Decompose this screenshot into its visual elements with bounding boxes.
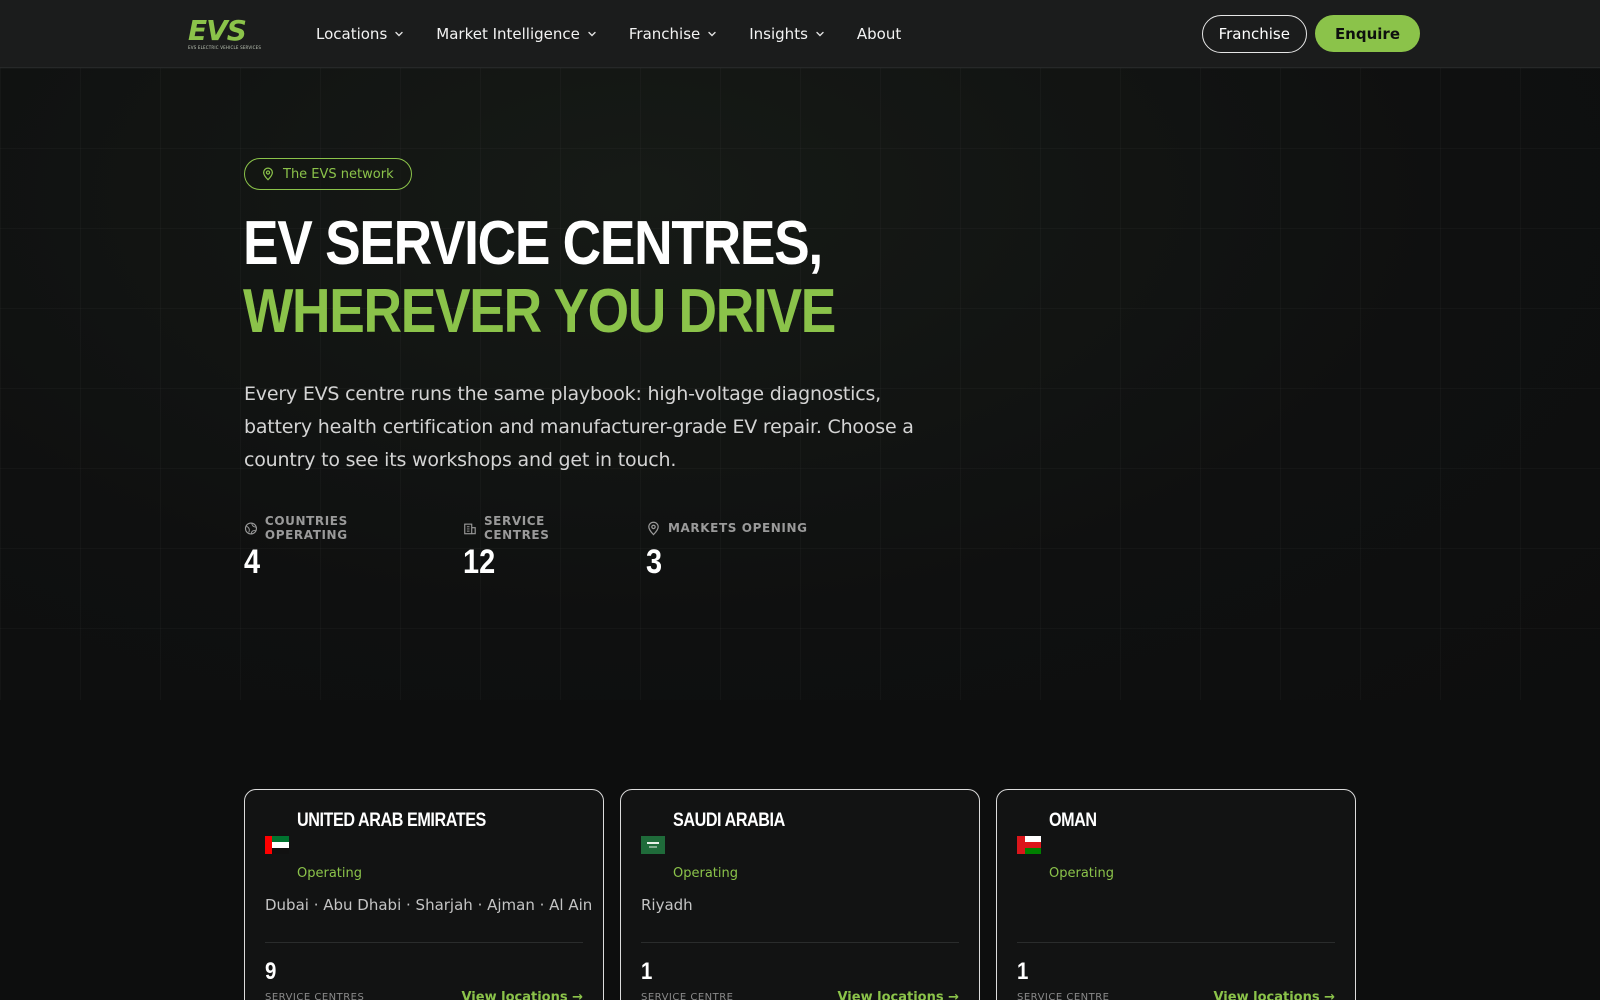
centre-count-label: Service centres <box>265 992 365 1000</box>
nav-item-label: Franchise <box>628 25 701 43</box>
evs-logo[interactable]: EVS EVS ELECTRIC VEHICLE SERVICES <box>188 14 264 51</box>
page: EVS EVS ELECTRIC VEHICLE SERVICES Locati… <box>0 0 1600 1000</box>
chevron-down-icon <box>395 31 403 37</box>
stat-label: Countries operating <box>264 514 348 542</box>
page-title: EV service centres, wherever you drive <box>243 210 1017 346</box>
nav-item-label: Locations <box>316 25 388 43</box>
stats-row: Countries operating 4 Service centres 12… <box>244 514 848 582</box>
map-pin-icon <box>263 167 273 181</box>
status-badge: Operating <box>297 866 362 881</box>
nav-item-insights[interactable]: Insights <box>749 25 825 43</box>
stat-service-centres: Service centres 12 <box>463 514 606 582</box>
stat-value: 12 <box>463 543 496 581</box>
status-badge: Operating <box>1049 866 1114 881</box>
chevron-down-icon <box>588 31 596 37</box>
country-name: Oman <box>1049 810 1097 831</box>
title-main: EV service centres, <box>243 209 823 278</box>
centre-count: 1 <box>641 958 653 985</box>
stat-value: 4 <box>244 543 261 581</box>
status-badge: Operating <box>673 866 738 881</box>
centre-count-label: Service centre <box>1017 992 1110 1000</box>
city-list: Riyadh <box>641 896 693 914</box>
nav-item-franchise[interactable]: Franchise <box>629 25 717 43</box>
country-name: Saudi Arabia <box>673 810 785 831</box>
country-card-oman[interactable]: Oman Operating 1 Service centre View loc… <box>996 789 1356 1000</box>
building-icon <box>464 523 476 534</box>
hero-subtitle: Every EVS centre runs the same playbook:… <box>244 383 914 471</box>
country-card-uae[interactable]: United Arab Emirates Operating Dubai · A… <box>244 789 604 1000</box>
nav-item-label: Insights <box>749 25 808 43</box>
chevron-down-icon <box>816 31 824 37</box>
city-list: Dubai · Abu Dhabi · Sharjah · Ajman · Al… <box>265 896 593 914</box>
card-divider <box>265 942 583 943</box>
enquire-button[interactable]: Enquire <box>1314 15 1420 52</box>
nav-item-label: Market Intelligence <box>436 25 580 43</box>
view-locations-link[interactable]: View locations → <box>837 990 959 1000</box>
card-divider <box>641 942 959 943</box>
nav-item-about[interactable]: About <box>857 25 901 43</box>
top-navbar: EVS EVS ELECTRIC VEHICLE SERVICES Locati… <box>0 0 1600 68</box>
badge-label: The EVS network <box>283 166 394 182</box>
stat-markets-opening: Markets opening 3 <box>646 518 808 582</box>
nav-actions: Franchise Enquire <box>1201 15 1420 53</box>
network-badge: The EVS network <box>244 158 412 190</box>
country-name: United Arab Emirates <box>297 810 486 831</box>
country-card-saudi-arabia[interactable]: Saudi Arabia Operating Riyadh 1 Service … <box>620 789 980 1000</box>
nav-item-market-intelligence[interactable]: Market Intelligence <box>436 25 597 43</box>
title-accent: wherever you drive <box>243 277 836 346</box>
country-cards: United Arab Emirates Operating Dubai · A… <box>244 789 1356 1000</box>
centre-count: 1 <box>1017 958 1029 985</box>
map-pin-icon <box>648 521 659 535</box>
nav-item-locations[interactable]: Locations <box>316 25 404 43</box>
main-nav: Locations Market Intelligence Franchise … <box>316 0 901 68</box>
hero-section: The EVS network EV service centres, wher… <box>0 68 1600 700</box>
uae-flag-icon <box>265 836 289 854</box>
logo-tagline: EVS ELECTRIC VEHICLE SERVICES <box>188 45 262 50</box>
chevron-down-icon <box>708 31 716 37</box>
centre-count-label: Service centre <box>641 992 734 1000</box>
view-locations-link[interactable]: View locations → <box>1213 990 1335 1000</box>
view-locations-link[interactable]: View locations → <box>461 990 583 1000</box>
globe-icon <box>244 521 257 535</box>
stat-label: Service centres <box>483 514 550 542</box>
nav-item-label: About <box>856 25 902 43</box>
card-divider <box>1017 942 1335 943</box>
saudi-flag-icon <box>641 836 665 854</box>
centre-count: 9 <box>265 958 277 985</box>
franchise-button[interactable]: Franchise <box>1201 15 1307 53</box>
stat-value: 3 <box>646 543 663 581</box>
stat-label: Markets opening <box>668 521 808 535</box>
stat-countries-operating: Countries operating 4 <box>244 514 423 582</box>
logo-mark: EVS <box>188 14 247 47</box>
oman-flag-icon <box>1017 836 1041 854</box>
